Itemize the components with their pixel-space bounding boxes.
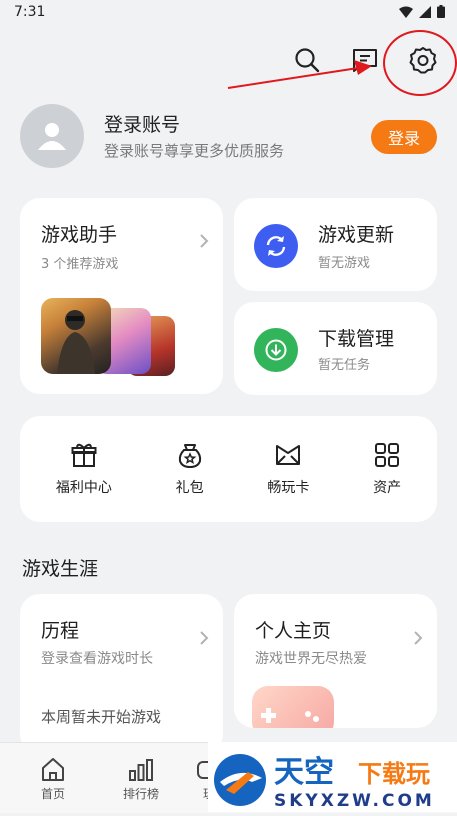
nav-ranking[interactable]: 排行榜 (123, 757, 159, 802)
gift-bag-icon (178, 444, 201, 469)
user-icon (38, 123, 66, 150)
feature-label: 资产 (373, 480, 402, 496)
homepage-title: 个人主页 (255, 620, 332, 642)
update-title: 游戏更新 (318, 224, 395, 246)
update-subtitle: 暂无游戏 (318, 256, 371, 271)
download-subtitle: 暂无任务 (318, 358, 371, 373)
skyxzw-logo: 天空 下载玩 SKYXZW.COM (214, 754, 435, 811)
gamepad-icon (261, 708, 319, 723)
login-button[interactable]: 登录 (371, 120, 437, 154)
character-silhouette (57, 310, 95, 374)
feature-label: 福利中心 (55, 480, 112, 496)
feature-label: 畅玩卡 (267, 480, 310, 496)
grid-icon (375, 443, 400, 467)
gift-icon (71, 443, 97, 467)
game-assistant-card[interactable]: 游戏助手 3 个推荐游戏 (20, 198, 223, 394)
svg-text:SKYXZW.COM: SKYXZW.COM (274, 791, 435, 811)
battery-icon (437, 5, 445, 18)
chevron-right-icon (413, 630, 423, 650)
svg-text:天空: 天空 (274, 755, 334, 790)
game-update-card[interactable]: 游戏更新 暂无游戏 (234, 198, 437, 291)
download-title: 下载管理 (318, 328, 395, 350)
assistant-subtitle: 3 个推荐游戏 (41, 257, 119, 272)
feature-welfare-center[interactable]: 福利中心 (56, 441, 112, 497)
download-icon (265, 339, 287, 361)
update-icon-circle (254, 224, 298, 268)
annotation-circle (383, 30, 457, 96)
watermark-logo: 天空 下载玩 SKYXZW.COM (208, 742, 457, 812)
ranking-icon (129, 759, 153, 781)
status-time: 7:31 (14, 4, 46, 20)
download-icon-circle (254, 328, 298, 372)
chevron-right-icon (199, 630, 209, 650)
feature-label: 礼包 (175, 480, 204, 496)
avatar[interactable] (20, 104, 84, 168)
home-icon (42, 758, 64, 781)
history-subtitle: 登录查看游戏时长 (41, 651, 153, 667)
chevron-right-icon (199, 230, 209, 254)
login-title: 登录账号 (104, 114, 181, 136)
feature-assets[interactable]: 资产 (373, 441, 401, 497)
nav-home[interactable]: 首页 (40, 757, 66, 802)
section-title-career: 游戏生涯 (22, 558, 99, 580)
refresh-icon (266, 236, 286, 256)
feature-gift-pack[interactable]: 礼包 (176, 441, 204, 497)
profile-section[interactable]: 登录账号 登录账号尊享更多优质服务 登录 (20, 104, 437, 168)
wifi-icon (399, 6, 413, 18)
game-thumb-1 (41, 298, 111, 374)
login-subtitle: 登录账号尊享更多优质服务 (104, 142, 285, 160)
gamepad-illustration (252, 686, 334, 728)
history-card[interactable]: 历程 登录查看游戏时长 本周暂未开始游戏 (20, 594, 223, 754)
history-note: 本周暂未开始游戏 (41, 708, 162, 726)
nav-label: 排行榜 (123, 787, 160, 801)
assistant-title: 游戏助手 (41, 224, 118, 246)
status-icons (399, 5, 445, 18)
feature-play-card[interactable]: 畅玩卡 (267, 441, 309, 497)
homepage-card[interactable]: 个人主页 游戏世界无尽热爱 (234, 594, 437, 728)
svg-text:下载玩: 下载玩 (358, 760, 430, 788)
game-thumbnails[interactable] (41, 298, 181, 376)
status-bar: 7:31 (0, 0, 457, 26)
signal-icon (419, 5, 431, 18)
nav-label: 首页 (40, 787, 65, 801)
feature-row-card: 福利中心 礼包 畅玩卡 资产 (20, 416, 437, 522)
download-manager-card[interactable]: 下载管理 暂无任务 (234, 302, 437, 395)
history-title: 历程 (41, 620, 80, 642)
card-icon (276, 445, 301, 465)
homepage-subtitle: 游戏世界无尽热爱 (255, 651, 367, 667)
annotation-arrow (227, 60, 372, 89)
